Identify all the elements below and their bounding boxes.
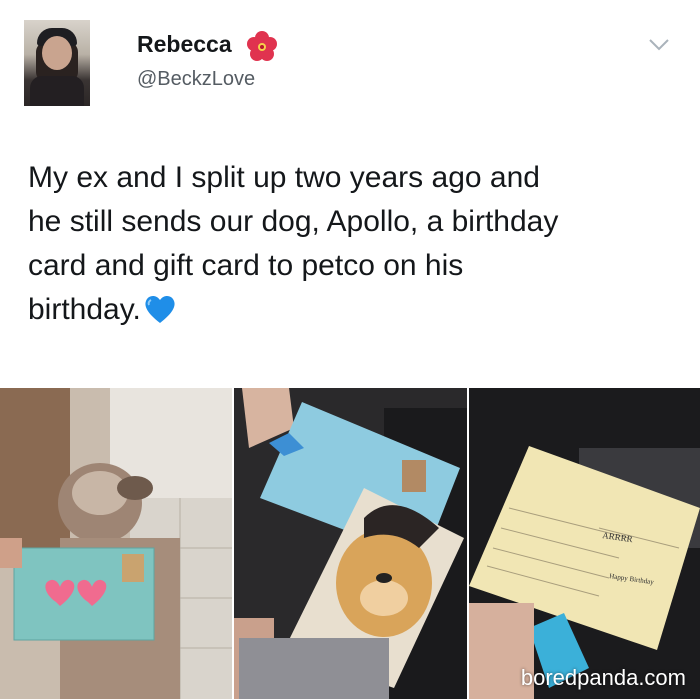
user-name[interactable]: Rebecca — [137, 31, 232, 58]
tweet-line: he still sends our dog, Apollo, a birthd… — [28, 205, 559, 238]
tweet-header: Rebecca @BeckzLove — [0, 0, 700, 120]
tweet-text: My ex and I split up two years ago and h… — [28, 156, 688, 332]
user-handle[interactable]: @BeckzLove — [137, 68, 255, 91]
photo-grid: ARRRR Happy Birthday boredpanda.com — [0, 388, 700, 699]
tweet-line-text: birthday. — [28, 293, 141, 326]
photo-envelope-and-card[interactable] — [234, 388, 467, 699]
photo-dog-with-card[interactable] — [0, 388, 232, 699]
tweet-line: My ex and I split up two years ago and — [28, 161, 540, 194]
tweet-line: card and gift card to petco on his — [28, 249, 464, 282]
hibiscus-flower-icon — [247, 31, 277, 61]
blue-heart-icon — [145, 295, 175, 323]
tweet-line-last: birthday. — [28, 288, 688, 332]
chevron-down-icon[interactable] — [648, 38, 670, 52]
watermark: boredpanda.com — [520, 665, 686, 690]
avatar[interactable] — [24, 20, 90, 106]
photo-open-birthday-card[interactable]: ARRRR Happy Birthday — [469, 388, 700, 699]
